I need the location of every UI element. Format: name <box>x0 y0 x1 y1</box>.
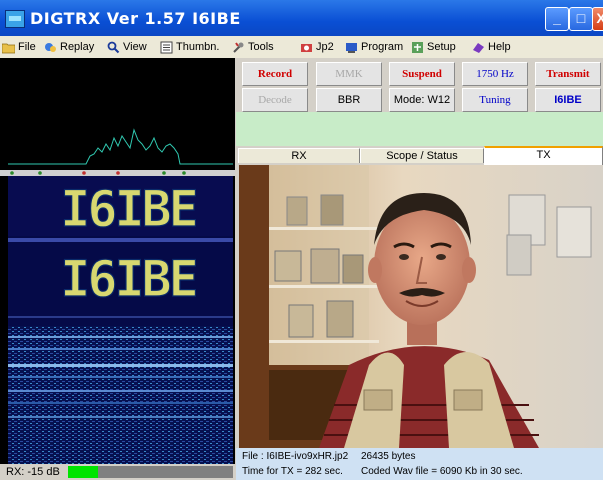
transmit-button[interactable]: Transmit <box>535 62 601 86</box>
tools-icon <box>233 41 244 53</box>
help-icon <box>473 42 484 53</box>
tab-bar: RX Scope / Status TX <box>236 146 603 165</box>
tab-scope-status[interactable]: Scope / Status <box>360 148 484 163</box>
menu-setup-label: Setup <box>427 41 456 53</box>
waterfall-callsign-1: I6IBE <box>60 180 196 238</box>
title-bar: DIGTRX Ver 1.57 I6IBE _ □ X <box>0 0 603 36</box>
menu-program[interactable]: Program <box>345 39 403 55</box>
menu-file[interactable]: File <box>2 39 36 55</box>
menu-replay[interactable]: Replay <box>44 39 94 55</box>
frequency-button[interactable]: 1750 Hz <box>462 62 528 86</box>
jp2-icon <box>301 43 312 52</box>
mmk-button[interactable]: MMK <box>316 62 382 86</box>
app-icon <box>5 10 25 28</box>
maximize-button[interactable]: □ <box>569 7 593 31</box>
close-button[interactable]: X <box>592 7 603 31</box>
file-bytes: 26435 bytes <box>361 451 416 462</box>
callsign-button[interactable]: I6IBE <box>535 88 601 112</box>
menu-jp2-label: Jp2 <box>316 41 334 53</box>
file-info-panel: File : I6IBE-ivo9xHR.jp2 26435 bytes Tim… <box>236 448 603 480</box>
mode-button[interactable]: Mode: W12 <box>389 88 455 112</box>
spectrum-display <box>8 58 233 170</box>
receiver-panel: I6IBE I6IBE <box>0 58 235 480</box>
window-title: DIGTRX Ver 1.57 I6IBE <box>30 9 241 28</box>
suspend-button[interactable]: Suspend <box>389 62 455 86</box>
waterfall-callsign-2: I6IBE <box>60 250 196 308</box>
rx-level-fill <box>68 466 98 478</box>
tx-image <box>239 165 603 448</box>
coded-wav-info: Coded Wav file = 6090 Kb in 30 sec. <box>361 466 523 477</box>
rx-level-label: RX: -15 dB <box>6 466 60 478</box>
magnifier-icon <box>107 41 120 53</box>
record-button[interactable]: Record <box>242 62 308 86</box>
thumbnail-icon <box>160 41 173 53</box>
menu-jp2[interactable]: Jp2 <box>300 39 334 55</box>
setup-icon <box>412 41 423 53</box>
tuning-button[interactable]: Tuning <box>462 88 528 112</box>
menu-view-label: View <box>123 41 147 53</box>
tab-rx[interactable]: RX <box>238 148 360 163</box>
program-icon <box>346 42 357 53</box>
menu-thumbn-label: Thumbn. <box>176 41 220 53</box>
menu-thumbn[interactable]: Thumbn. <box>160 39 219 55</box>
menu-file-label: File <box>18 41 36 53</box>
file-name: File : I6IBE-ivo9xHR.jp2 <box>242 451 349 462</box>
status-band <box>236 112 603 146</box>
decode-button[interactable]: Decode <box>242 88 308 112</box>
menu-tools-label: Tools <box>248 41 274 53</box>
tab-tx[interactable]: TX <box>484 146 603 165</box>
waterfall-display: I6IBE I6IBE <box>8 176 233 464</box>
replay-icon <box>45 42 56 52</box>
rx-status-bar: RX: -15 dB <box>0 464 235 480</box>
menu-help-label: Help <box>488 41 511 53</box>
menu-program-label: Program <box>361 41 404 53</box>
minimize-button[interactable]: _ <box>545 7 569 31</box>
rx-level-meter <box>68 466 233 478</box>
menu-bar: File Replay View Thumbn. Tools Jp2 Progr… <box>0 36 603 58</box>
folder-icon <box>2 43 15 53</box>
menu-replay-label: Replay <box>60 41 95 53</box>
menu-view[interactable]: View <box>107 39 147 55</box>
bbr-button[interactable]: BBR <box>316 88 382 112</box>
menu-setup[interactable]: Setup <box>411 39 456 55</box>
tx-time: Time for TX = 282 sec. <box>242 466 343 477</box>
menu-help[interactable]: Help <box>472 39 511 55</box>
menu-tools[interactable]: Tools <box>232 39 274 55</box>
